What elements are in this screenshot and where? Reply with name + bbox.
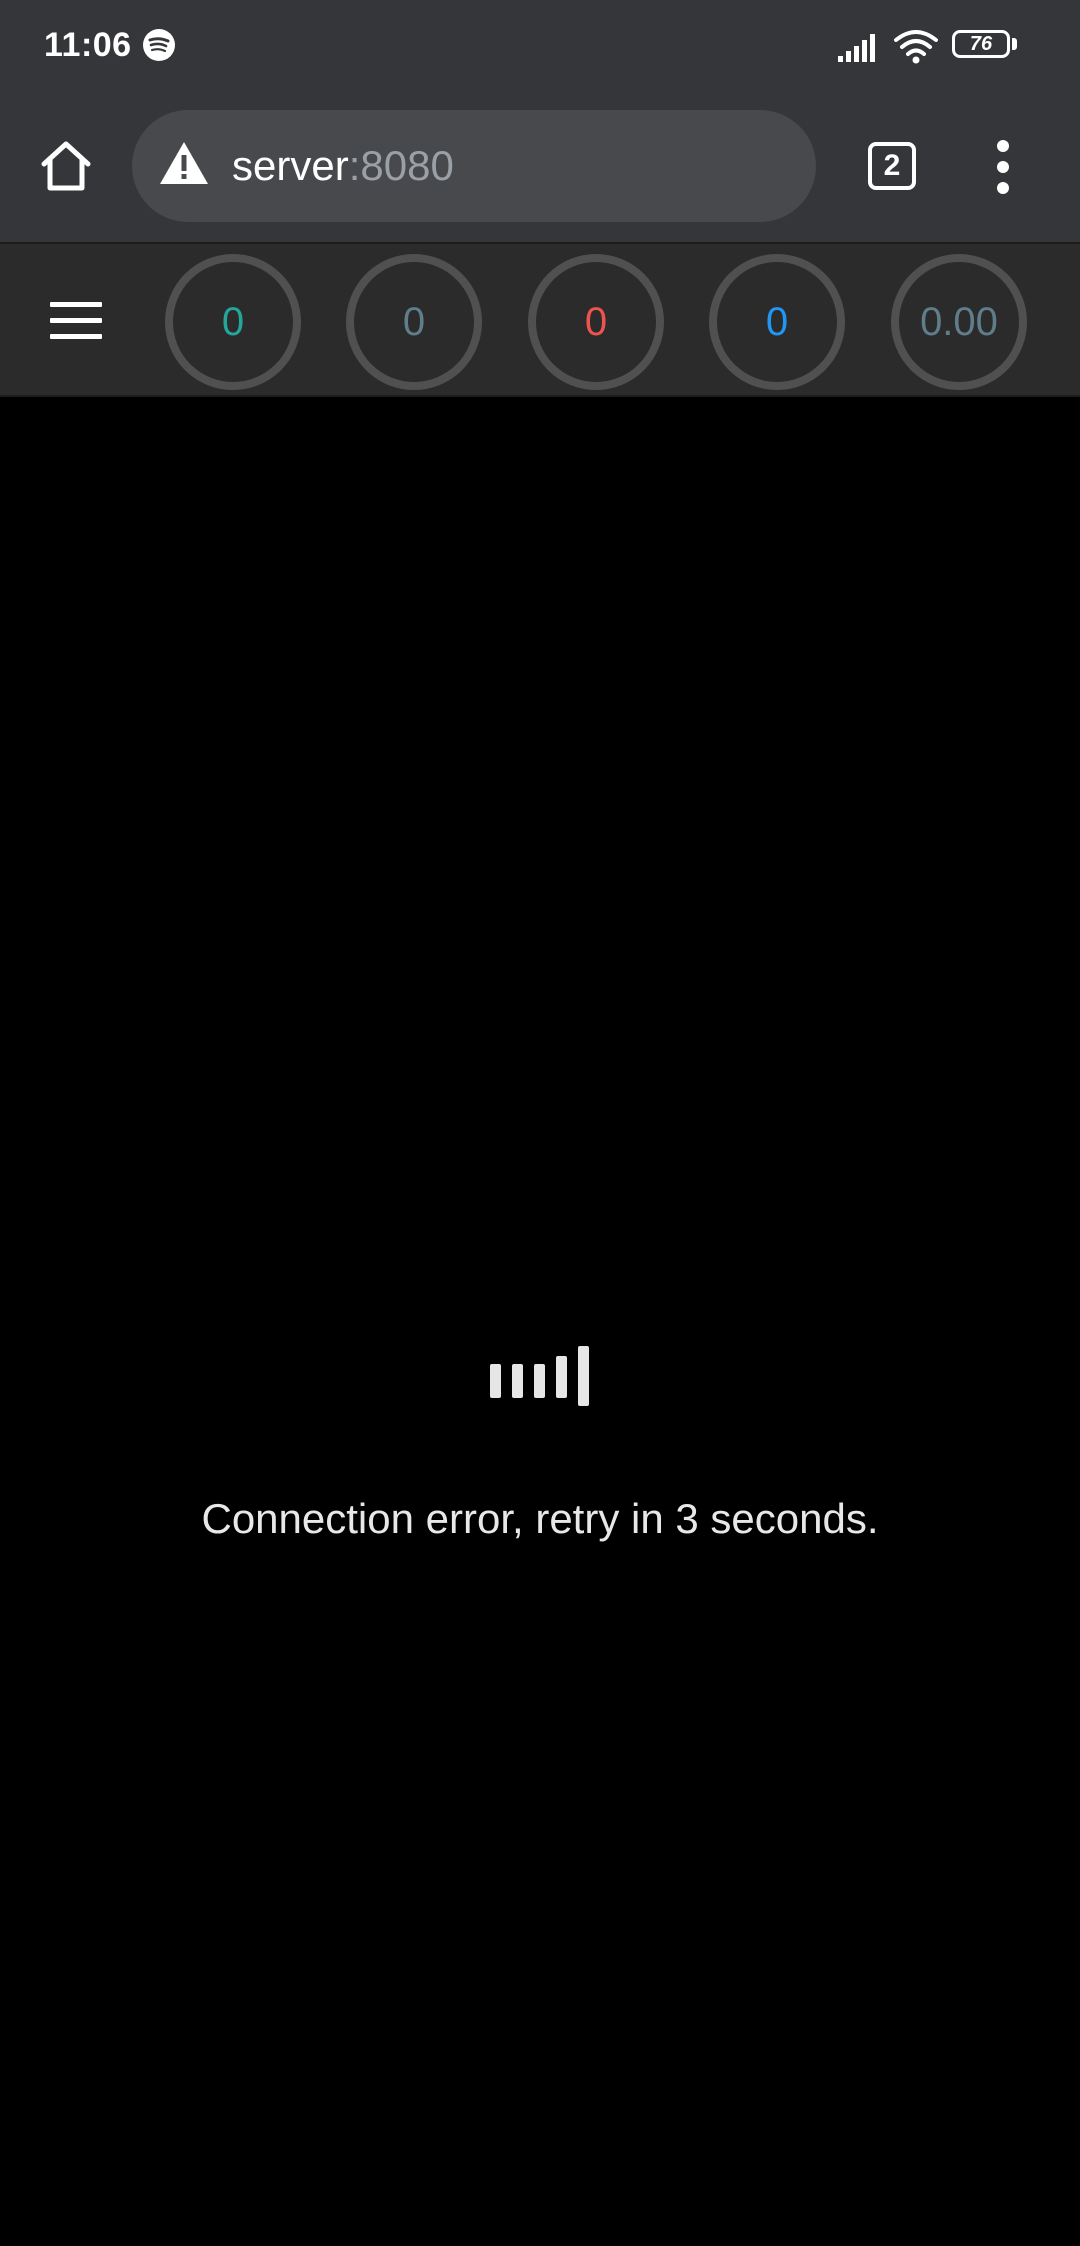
warning-icon[interactable] xyxy=(158,140,210,186)
stat-value: 0 xyxy=(584,300,608,344)
stat-circle-2[interactable]: 0 xyxy=(346,254,482,390)
battery-level: 76 xyxy=(969,33,993,55)
connection-error-message: Connection error, retry in 3 seconds. xyxy=(201,1495,879,1542)
url-port: :8080 xyxy=(348,142,454,189)
tabs-button[interactable]: 2 xyxy=(868,142,916,190)
stat-circle-1[interactable]: 0 xyxy=(165,254,301,390)
app-toolbar: 0 0 0 0 0.00 xyxy=(0,242,1080,397)
wifi-icon xyxy=(894,30,938,64)
address-bar[interactable]: server:8080 xyxy=(132,110,816,222)
stat-value: 0 xyxy=(221,300,245,344)
url-text[interactable]: server:8080 xyxy=(232,140,454,192)
browser-toolbar: server:8080 2 xyxy=(0,96,1080,242)
stat-circle-3[interactable]: 0 xyxy=(528,254,664,390)
battery-icon: 76 xyxy=(952,30,1018,62)
url-host: server xyxy=(232,142,349,189)
home-icon[interactable] xyxy=(36,136,96,196)
more-vert-icon[interactable] xyxy=(988,140,1018,196)
hamburger-menu-icon[interactable] xyxy=(50,302,102,342)
stat-value: 0.00 xyxy=(920,300,998,344)
stat-value: 0 xyxy=(765,300,789,344)
signal-icon xyxy=(838,34,875,62)
loading-bars-icon xyxy=(490,1344,592,1408)
stat-circle-5[interactable]: 0.00 xyxy=(891,254,1027,390)
status-bar: 11:06 76 xyxy=(0,0,1080,96)
stat-circle-4[interactable]: 0 xyxy=(709,254,845,390)
stat-value: 0 xyxy=(402,300,426,344)
spotify-icon xyxy=(143,29,175,61)
status-time: 11:06 xyxy=(44,26,132,64)
tab-count: 2 xyxy=(883,149,901,182)
